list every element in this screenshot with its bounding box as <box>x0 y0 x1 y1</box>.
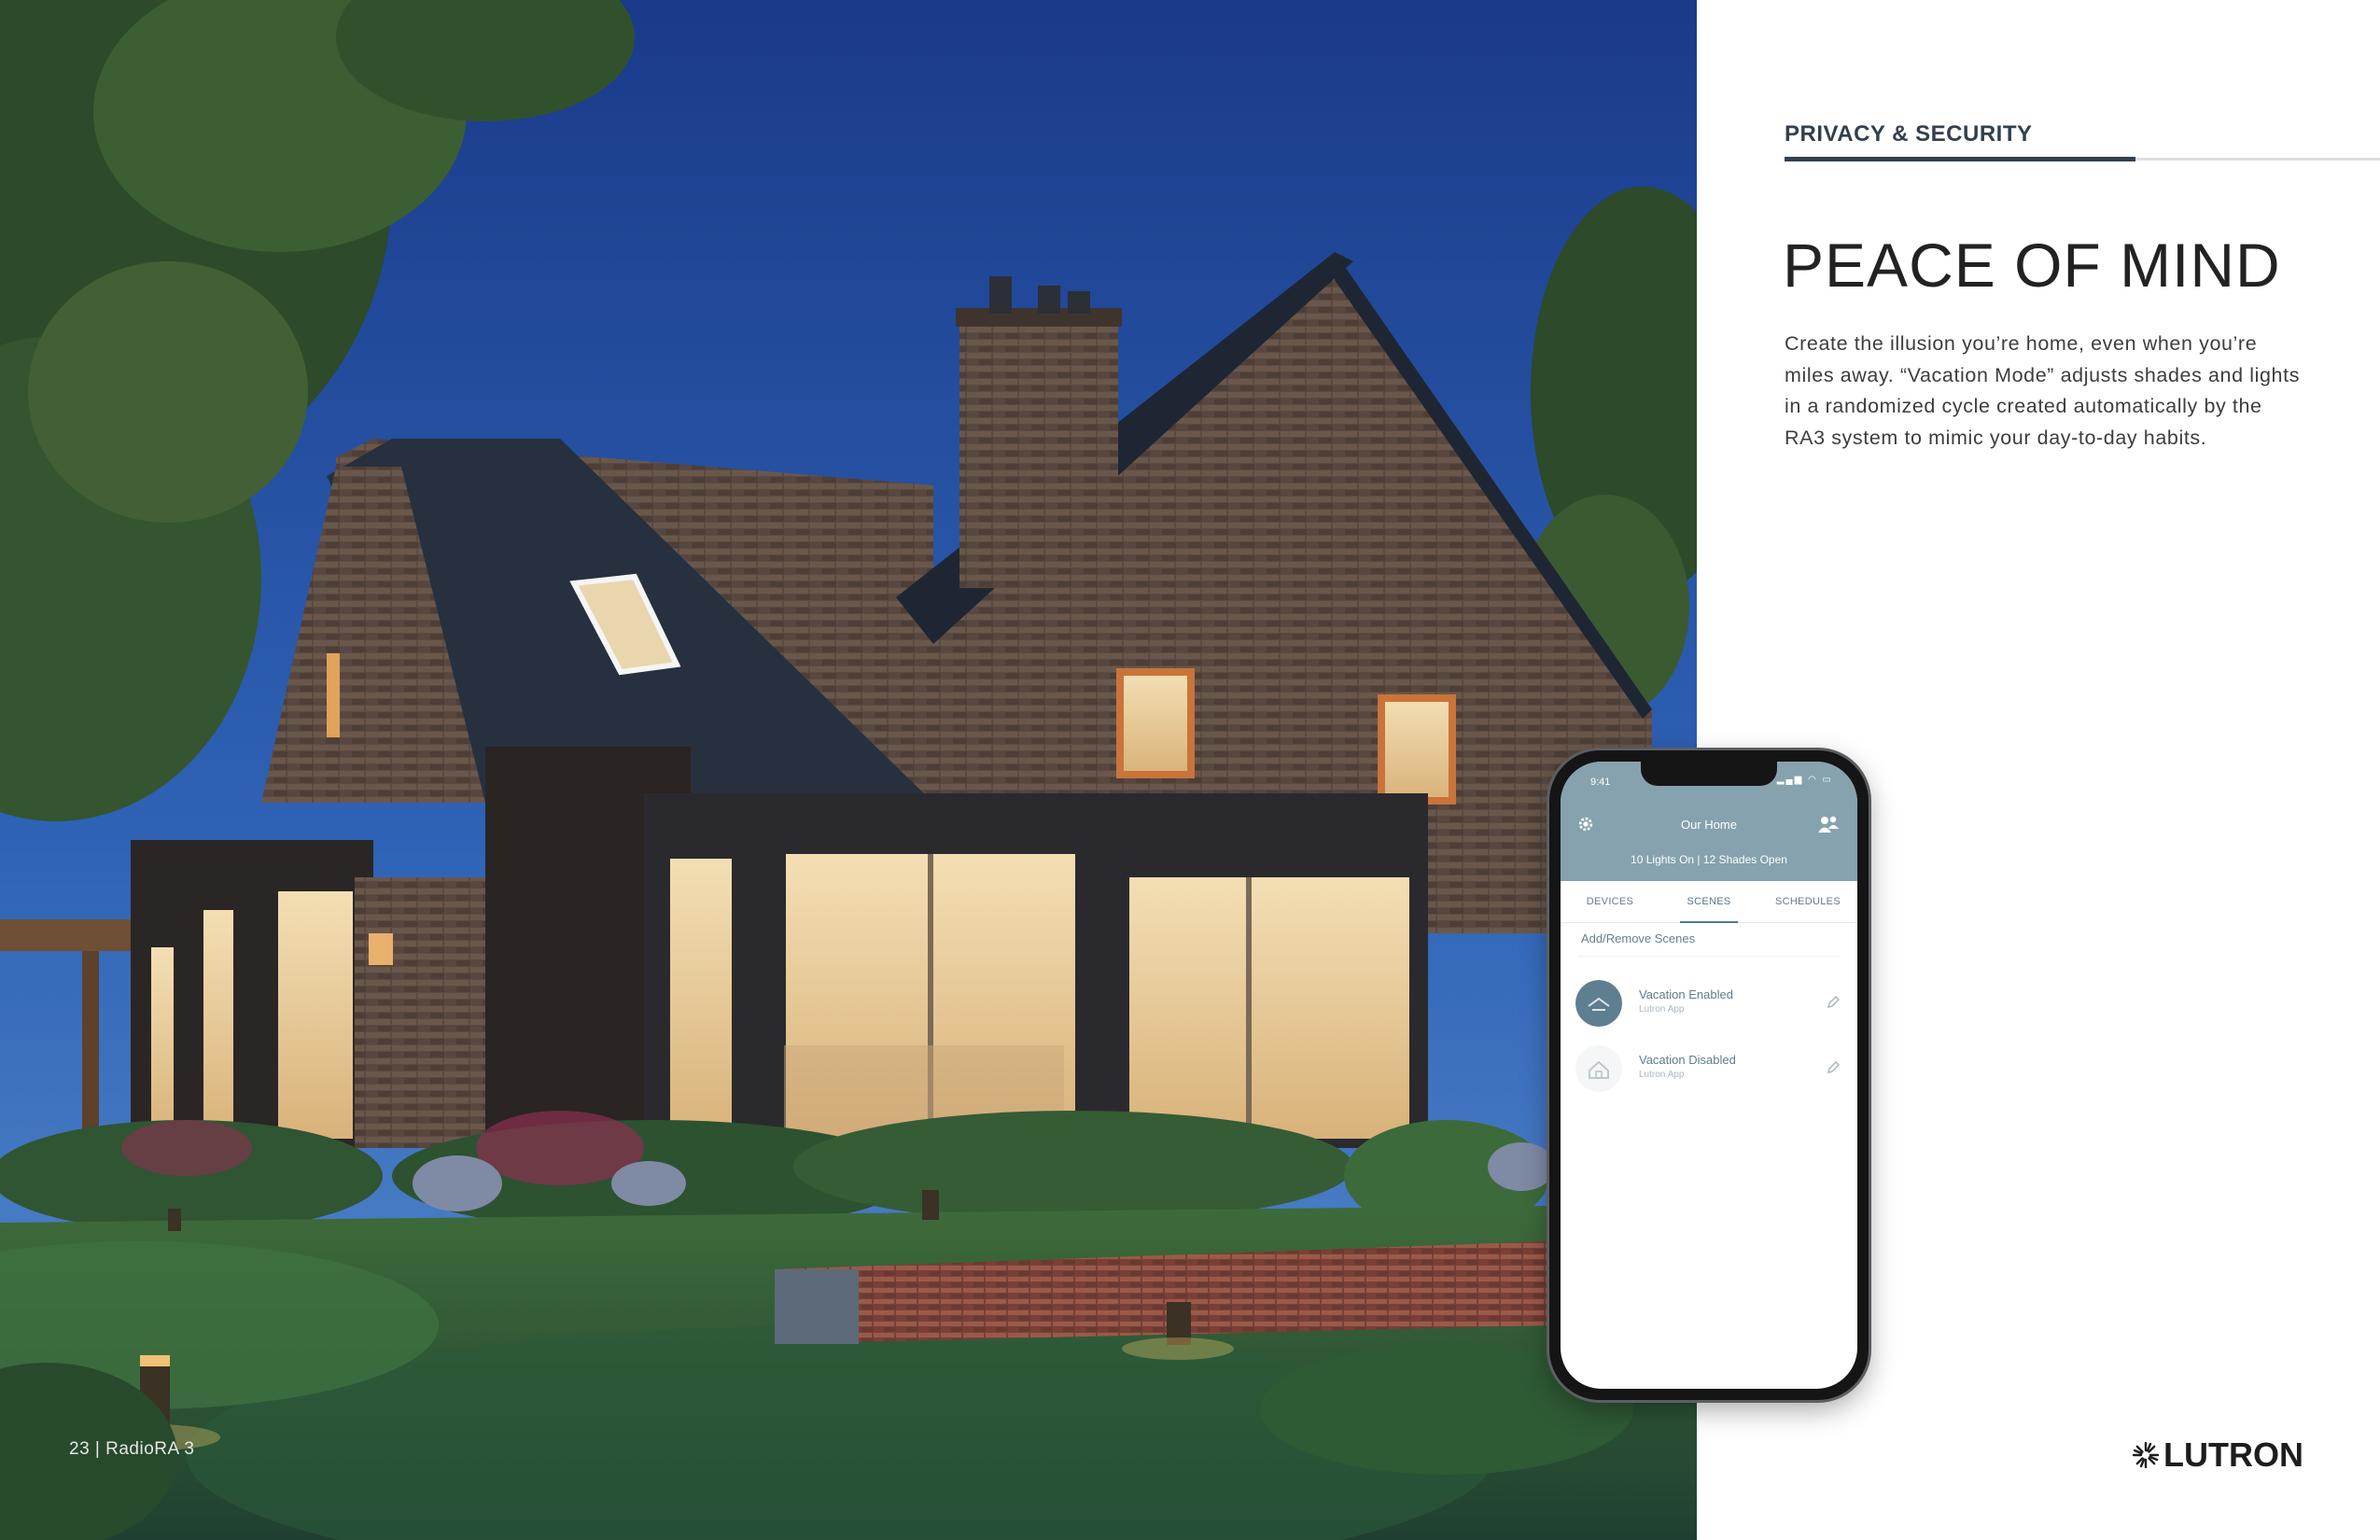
status-time: 9:41 <box>1590 777 1611 788</box>
edit-pencil-icon[interactable] <box>1826 995 1841 1010</box>
house-illustration <box>0 0 1697 1540</box>
scene-item-vacation-enabled[interactable]: Vacation Enabled Lutron App <box>1575 974 1846 1032</box>
vacation-enabled-icon <box>1575 980 1622 1027</box>
people-icon[interactable] <box>1816 814 1841 834</box>
house-photo: 23 | RadioRA 3 <box>0 0 1697 1540</box>
page-headline: PEACE OF MIND <box>1783 231 2281 300</box>
app-tabs: DEVICES SCENES SCHEDULES <box>1561 881 1857 923</box>
app-title: Our Home <box>1681 818 1737 832</box>
page-footer: 23 | RadioRA 3 <box>69 1439 195 1459</box>
scene-name: Vacation Enabled <box>1639 987 1733 1001</box>
add-remove-scenes-link[interactable]: Add/Remove Scenes <box>1581 931 1695 945</box>
phone-notch <box>1641 762 1777 786</box>
tab-scenes[interactable]: SCENES <box>1659 881 1758 923</box>
body-paragraph: Create the illusion you’re home, even wh… <box>1785 332 2301 449</box>
section-rule-accent <box>1785 157 2135 161</box>
section-rule <box>2135 158 2380 161</box>
lutron-logo: LUTRON <box>2132 1435 2303 1475</box>
divider <box>1577 956 1841 957</box>
edit-pencil-icon[interactable] <box>1826 1060 1841 1075</box>
status-icons: ▂▄▆ ◠ ▭ <box>1776 775 1833 785</box>
scene-name: Vacation Disabled <box>1639 1053 1736 1067</box>
app-header: 9:41 ▂▄▆ ◠ ▭ Our Home 10 Lights On | 12 … <box>1561 762 1857 881</box>
tab-devices[interactable]: DEVICES <box>1561 881 1659 922</box>
logo-wordmark: LUTRON <box>2163 1435 2303 1474</box>
scene-item-vacation-disabled[interactable]: Vacation Disabled Lutron App <box>1575 1040 1846 1098</box>
phone-screen: 9:41 ▂▄▆ ◠ ▭ Our Home 10 Lights On | 12 … <box>1561 762 1857 1389</box>
lutron-sunburst-icon <box>2132 1441 2160 1469</box>
section-label: PRIVACY & SECURITY <box>1785 121 2033 147</box>
app-status-summary: 10 Lights On | 12 Shades Open <box>1631 853 1787 866</box>
scene-source: Lutron App <box>1639 1070 1685 1080</box>
scene-source: Lutron App <box>1639 1004 1685 1015</box>
phone-mockup: 9:41 ▂▄▆ ◠ ▭ Our Home 10 Lights On | 12 … <box>1549 750 1869 1400</box>
vacation-disabled-icon <box>1575 1045 1622 1092</box>
tab-schedules[interactable]: SCHEDULES <box>1758 881 1857 922</box>
